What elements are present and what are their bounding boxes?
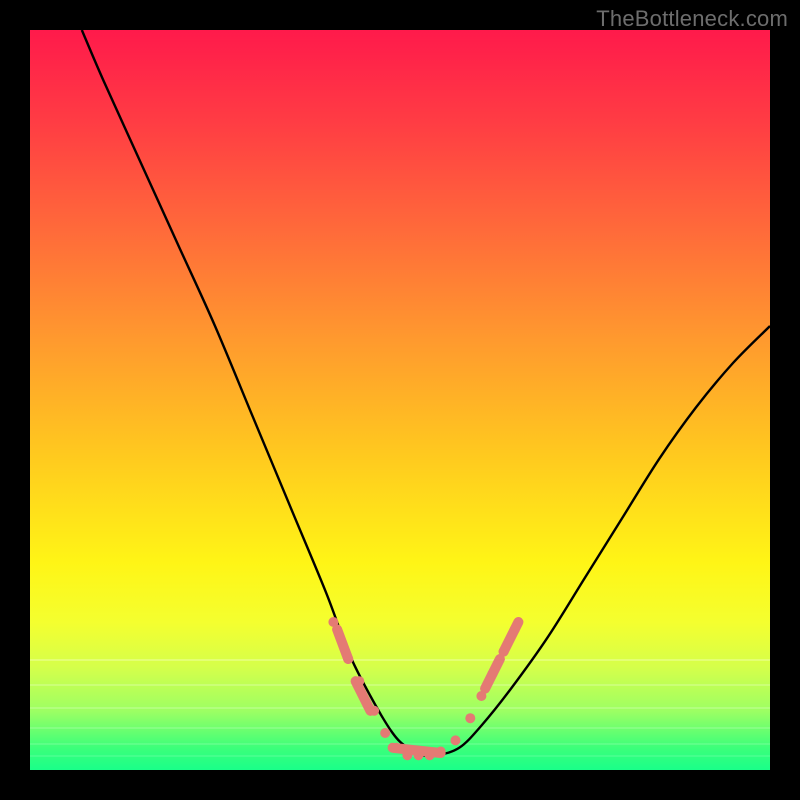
marker-dot — [402, 750, 412, 760]
marker-dot — [391, 743, 401, 753]
marker-dot — [510, 624, 520, 634]
marker-dot — [380, 728, 390, 738]
marker-dot — [488, 669, 498, 679]
marker-dot — [343, 654, 353, 664]
marker-dot — [354, 676, 364, 686]
marker-dot — [369, 706, 379, 716]
marker-segments — [337, 622, 518, 753]
bottleneck-curve — [82, 30, 770, 756]
marker-dot — [499, 647, 509, 657]
marker-dot — [476, 691, 486, 701]
chart-frame: TheBottleneck.com — [0, 0, 800, 800]
marker-dot — [436, 747, 446, 757]
chart-svg — [30, 30, 770, 770]
marker-dot — [451, 735, 461, 745]
marker-dot — [465, 713, 475, 723]
marker-dot — [425, 750, 435, 760]
chart-plot-area — [30, 30, 770, 770]
marker-dot — [328, 617, 338, 627]
watermark-text: TheBottleneck.com — [596, 6, 788, 32]
marker-dot — [414, 750, 424, 760]
